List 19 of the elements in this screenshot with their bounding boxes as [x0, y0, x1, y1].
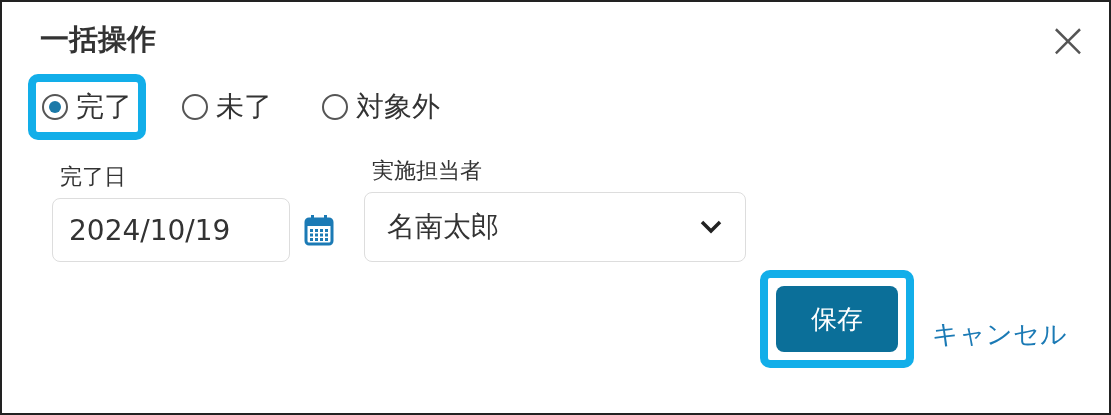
radio-icon[interactable]: [42, 94, 68, 120]
radio-option[interactable]: 未了: [182, 88, 272, 126]
save-button[interactable]: 保存: [776, 286, 898, 352]
radio-label: 完了: [76, 89, 132, 125]
radio-label: 未了: [216, 89, 272, 125]
radio-label: 対象外: [356, 89, 440, 125]
cancel-link[interactable]: キャンセル: [932, 316, 1067, 352]
assignee-select[interactable]: 名南太郎: [364, 192, 746, 262]
field-label: 完了日: [60, 163, 127, 191]
chevron-down-icon: [699, 219, 723, 235]
radio-icon[interactable]: [182, 94, 208, 120]
calendar-icon[interactable]: [304, 214, 334, 246]
field-label: 実施担当者: [372, 157, 483, 185]
radio-icon[interactable]: [322, 94, 348, 120]
radio-option[interactable]: 対象外: [322, 88, 440, 126]
radio-option[interactable]: 完了: [42, 88, 132, 126]
dialog-title: 一括操作: [40, 21, 156, 58]
close-button[interactable]: ×: [1047, 20, 1089, 60]
date-field[interactable]: 2024/10/19: [52, 198, 290, 262]
